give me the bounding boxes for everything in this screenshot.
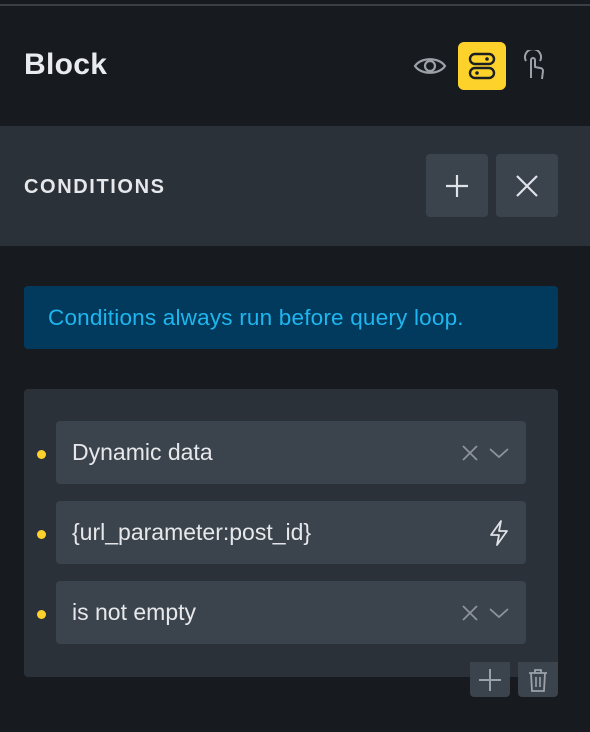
- clear-icon[interactable]: [460, 603, 480, 623]
- field-value: Dynamic data: [72, 439, 213, 465]
- info-notice: Conditions always run before query loop.: [24, 286, 558, 349]
- plus-icon: [478, 668, 502, 692]
- condition-bullet: [37, 530, 46, 539]
- add-condition-button[interactable]: [426, 154, 488, 217]
- condition-group: Dynamic data {url_parameter:post_id} is …: [24, 389, 558, 697]
- url-parameter-input[interactable]: {url_parameter:post_id}: [56, 501, 526, 564]
- panel-header: Block: [0, 6, 590, 126]
- plus-icon: [445, 174, 469, 198]
- close-conditions-button[interactable]: [496, 154, 558, 217]
- bolt-icon[interactable]: [488, 519, 510, 546]
- clear-icon[interactable]: [460, 443, 480, 463]
- close-icon: [515, 174, 539, 198]
- condition-bullet: [37, 610, 46, 619]
- touch-icon[interactable]: [510, 42, 558, 90]
- conditions-title: CONDITIONS: [24, 176, 166, 198]
- add-condition-row-button[interactable]: [470, 662, 510, 697]
- conditions-icon[interactable]: [458, 42, 506, 90]
- chevron-down-icon[interactable]: [488, 443, 510, 463]
- field-value: is not empty: [72, 599, 196, 625]
- dynamic-data-select[interactable]: Dynamic data: [56, 421, 526, 484]
- field-value: {url_parameter:post_id}: [72, 519, 312, 545]
- eye-icon[interactable]: [406, 42, 454, 90]
- trash-icon: [528, 668, 548, 692]
- delete-condition-group-button[interactable]: [518, 662, 558, 697]
- panel-title: Block: [24, 48, 108, 81]
- compare-operator-select[interactable]: is not empty: [56, 581, 526, 644]
- chevron-down-icon[interactable]: [488, 603, 510, 623]
- condition-bullet: [37, 450, 46, 459]
- conditions-bar: CONDITIONS: [0, 126, 590, 246]
